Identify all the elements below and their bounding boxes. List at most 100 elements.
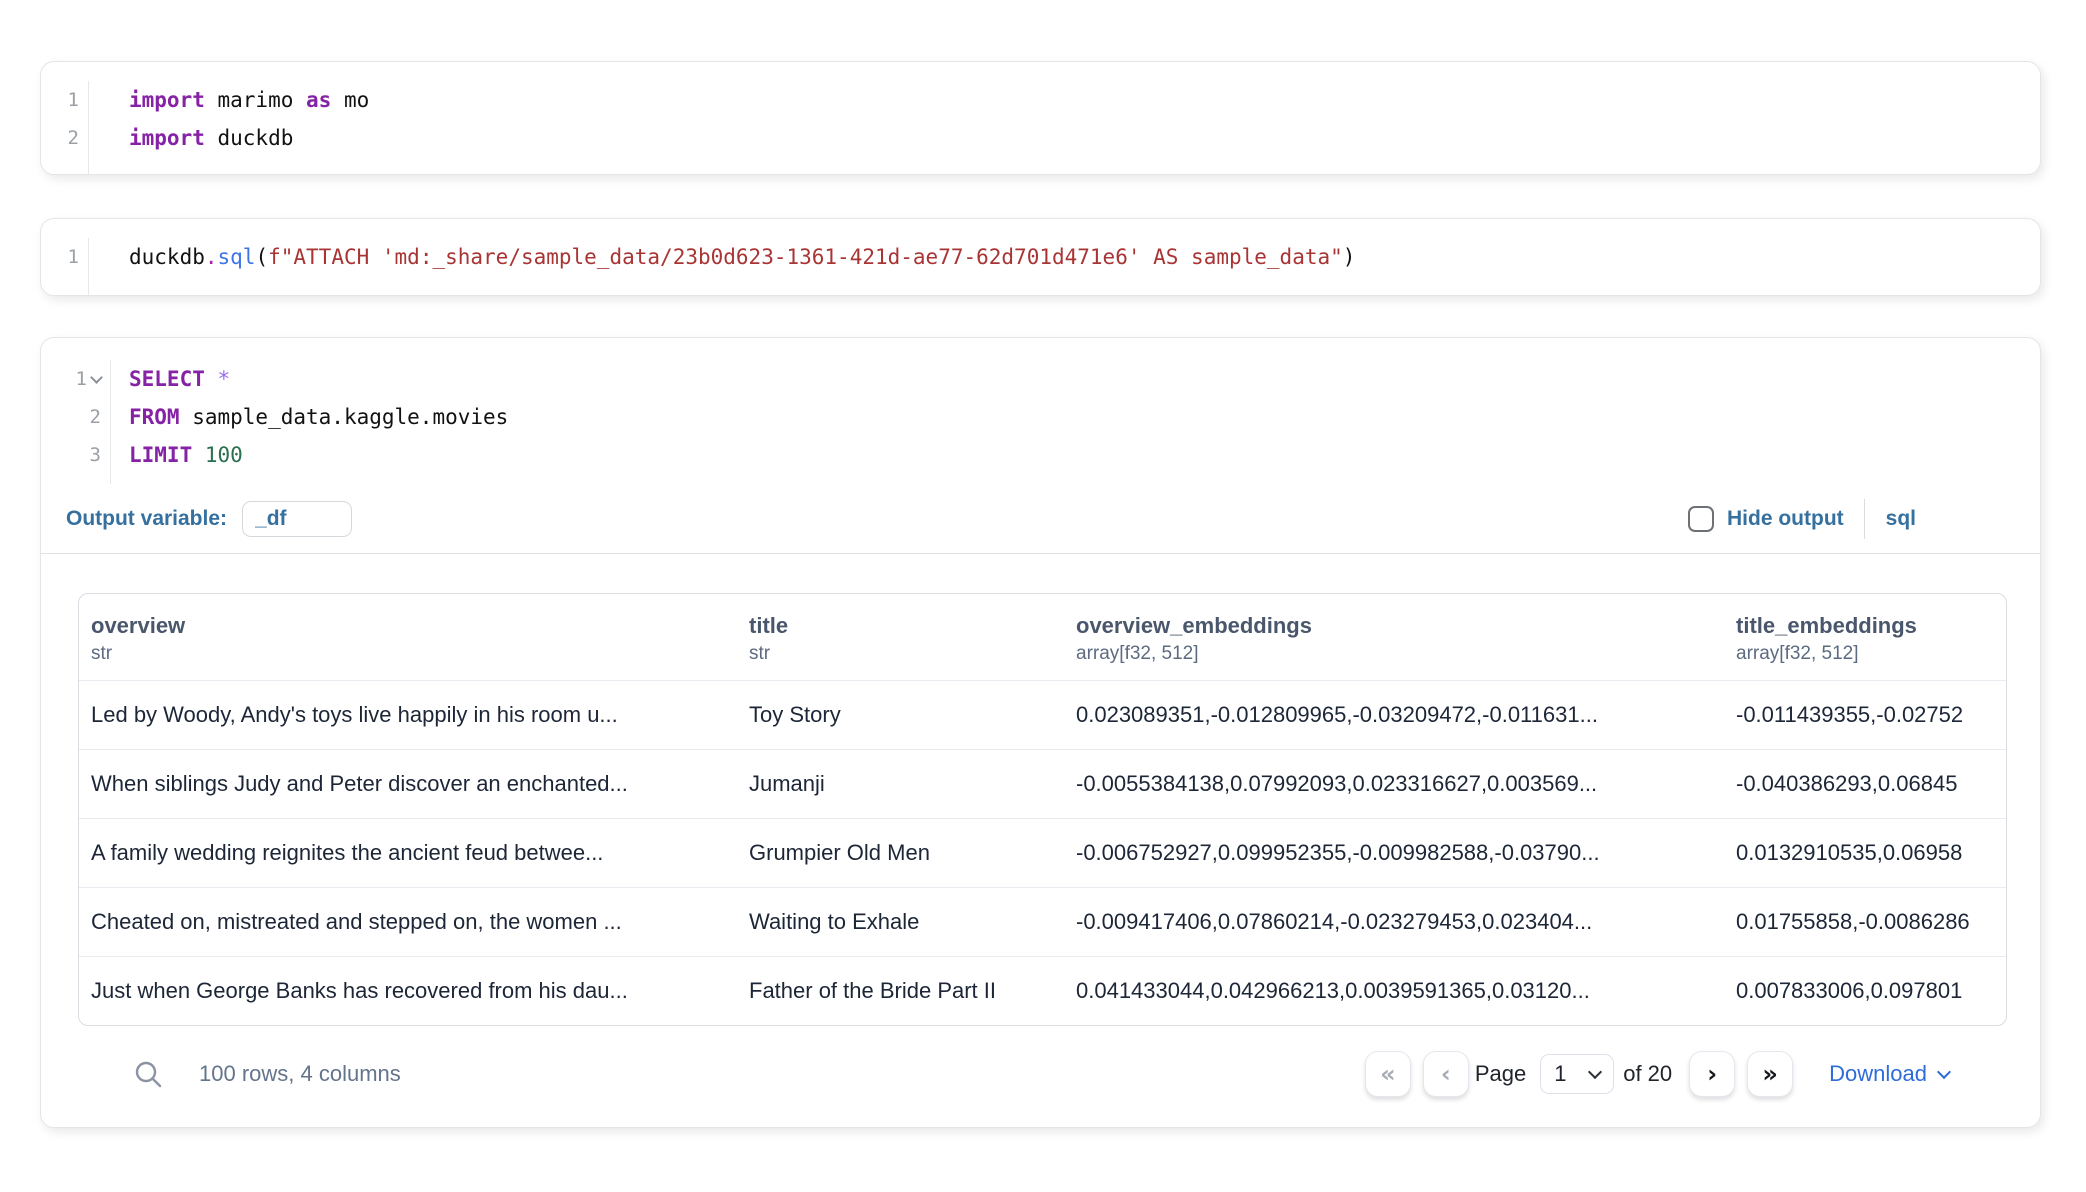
table-cell: 0.01755858,-0.0086286 — [1724, 909, 2007, 935]
code-line: SELECT * — [129, 360, 2040, 398]
footer-left: 100 rows, 4 columns — [133, 1059, 401, 1089]
toolbar-right-group: Hide output sql — [1688, 499, 1916, 539]
language-badge-sql[interactable]: sql — [1886, 507, 1916, 531]
previous-page-button[interactable]: ‹ — [1423, 1051, 1469, 1097]
column-header-title[interactable]: titlestr — [737, 611, 1064, 667]
line-number: 3 — [90, 436, 101, 474]
code-line: import duckdb — [129, 119, 2040, 157]
code-lines: import marimo as moimport duckdb — [89, 81, 2040, 174]
gutter-line: 2 — [41, 398, 110, 436]
table-cell: Cheated on, mistreated and stepped on, t… — [79, 909, 737, 935]
code-editor[interactable]: 1 duckdb.sql(f"ATTACH 'md:_share/sample_d… — [41, 219, 2040, 295]
page-number-value: 1 — [1554, 1061, 1566, 1087]
result-table: overviewstrtitlestroverview_embeddingsar… — [78, 593, 2007, 1026]
code-cell-attach: 1 duckdb.sql(f"ATTACH 'md:_share/sample_d… — [40, 218, 2041, 296]
code-line: import marimo as mo — [129, 81, 2040, 119]
download-menu[interactable]: Download — [1829, 1061, 1949, 1087]
code-token: duckdb — [129, 245, 205, 269]
cell-output: overviewstrtitlestroverview_embeddingsar… — [41, 554, 2040, 1097]
table-cell: Just when George Banks has recovered fro… — [79, 978, 737, 1004]
line-number: 1 — [68, 81, 79, 119]
chevron-down-icon — [1588, 1064, 1602, 1078]
table-cell: When siblings Judy and Peter discover an… — [79, 771, 737, 797]
first-page-button[interactable]: « — [1365, 1051, 1411, 1097]
code-token: ) — [1343, 245, 1356, 269]
code-token: marimo — [205, 88, 306, 112]
column-header-title_embeddings[interactable]: title_embeddingsarray[f32, 512] — [1724, 611, 2007, 667]
column-name: title_embeddings — [1736, 611, 2007, 641]
code-cell-imports: 12import marimo as moimport duckdb — [40, 61, 2041, 175]
code-token: sample_data.kaggle.movies — [180, 405, 509, 429]
table-cell: Grumpier Old Men — [737, 840, 1064, 866]
table-cell: 0.007833006,0.097801 — [1724, 978, 2007, 1004]
line-number-gutter: 12 — [41, 81, 89, 174]
table-row: Cheated on, mistreated and stepped on, t… — [79, 887, 2006, 956]
chevron-down-icon — [1937, 1064, 1951, 1078]
download-label: Download — [1829, 1061, 1927, 1087]
code-line: duckdb.sql(f"ATTACH 'md:_share/sample_da… — [129, 238, 2040, 276]
code-token: SELECT — [129, 367, 205, 391]
output-variable-input[interactable] — [242, 501, 352, 537]
table-cell: -0.006752927,0.099952355,-0.009982588,-0… — [1064, 840, 1724, 866]
code-line: LIMIT 100 — [129, 436, 2040, 474]
line-number-gutter: 123 — [41, 360, 111, 484]
gutter-line: 1 — [41, 81, 88, 119]
gutter-line: 1 — [41, 238, 88, 276]
line-number: 2 — [90, 398, 101, 436]
table-cell: 0.0132910535,0.06958 — [1724, 840, 2007, 866]
column-dtype: array[f32, 512] — [1736, 641, 2007, 667]
code-token: * — [218, 367, 231, 391]
next-page-button[interactable]: › — [1689, 1051, 1735, 1097]
column-name: title — [749, 611, 1064, 641]
table-cell: -0.040386293,0.06845 — [1724, 771, 2007, 797]
table-row: A family wedding reignites the ancient f… — [79, 818, 2006, 887]
column-name: overview — [91, 611, 737, 641]
table-row: Just when George Banks has recovered fro… — [79, 956, 2006, 1025]
table-cell: Toy Story — [737, 702, 1064, 728]
code-editor[interactable]: 123SELECT *FROM sample_data.kaggle.movie… — [41, 338, 2040, 484]
pagination: « ‹ Page 1 of 20 › » Download — [1365, 1051, 1949, 1097]
gutter-line: 3 — [41, 436, 110, 474]
code-token — [205, 367, 218, 391]
line-number: 1 — [76, 360, 87, 398]
column-dtype: str — [91, 641, 737, 667]
code-token: LIMIT — [129, 443, 192, 467]
table-body: Led by Woody, Andy's toys live happily i… — [79, 680, 2006, 1025]
line-number: 1 — [68, 238, 79, 276]
table-cell: Father of the Bride Part II — [737, 978, 1064, 1004]
hide-output-label[interactable]: Hide output — [1727, 507, 1844, 531]
gutter-line: 1 — [41, 360, 110, 398]
code-line: FROM sample_data.kaggle.movies — [129, 398, 2040, 436]
table-row: When siblings Judy and Peter discover an… — [79, 749, 2006, 818]
search-icon[interactable] — [133, 1059, 163, 1089]
column-header-overview_embeddings[interactable]: overview_embeddingsarray[f32, 512] — [1064, 611, 1724, 667]
hide-output-checkbox[interactable] — [1688, 506, 1714, 532]
marimo-notebook: 12import marimo as moimport duckdb 1duck… — [0, 0, 2086, 1192]
code-lines: SELECT *FROM sample_data.kaggle.moviesLI… — [111, 360, 2040, 484]
column-name: overview_embeddings — [1076, 611, 1724, 641]
last-page-button[interactable]: » — [1747, 1051, 1793, 1097]
sql-cell: 123SELECT *FROM sample_data.kaggle.movie… — [40, 337, 2041, 1128]
table-footer: 100 rows, 4 columns « ‹ Page 1 of 20 › »… — [78, 1050, 2005, 1097]
code-token: FROM — [129, 405, 180, 429]
table-cell: 0.041433044,0.042966213,0.0039591365,0.0… — [1064, 978, 1724, 1004]
table-cell: Waiting to Exhale — [737, 909, 1064, 935]
code-token: f"ATTACH 'md:_share/sample_data/23b0d623… — [268, 245, 1343, 269]
toolbar-divider — [1864, 499, 1865, 539]
code-lines: duckdb.sql(f"ATTACH 'md:_share/sample_da… — [89, 238, 2040, 295]
code-token: mo — [331, 88, 369, 112]
code-token: as — [306, 88, 331, 112]
page-number-select[interactable]: 1 — [1540, 1054, 1614, 1094]
table-row: Led by Woody, Andy's toys live happily i… — [79, 680, 2006, 749]
code-editor[interactable]: 12import marimo as moimport duckdb — [41, 62, 2040, 174]
table-cell: 0.023089351,-0.012809965,-0.03209472,-0.… — [1064, 702, 1724, 728]
code-token: 100 — [205, 443, 243, 467]
code-token: . — [205, 245, 218, 269]
gutter-line: 2 — [41, 119, 88, 157]
fold-chevron-icon[interactable] — [90, 371, 103, 384]
code-token: duckdb — [205, 126, 294, 150]
table-cell: -0.011439355,-0.02752 — [1724, 702, 2007, 728]
code-token: sql — [218, 245, 256, 269]
column-header-overview[interactable]: overviewstr — [79, 611, 737, 667]
table-cell: Jumanji — [737, 771, 1064, 797]
